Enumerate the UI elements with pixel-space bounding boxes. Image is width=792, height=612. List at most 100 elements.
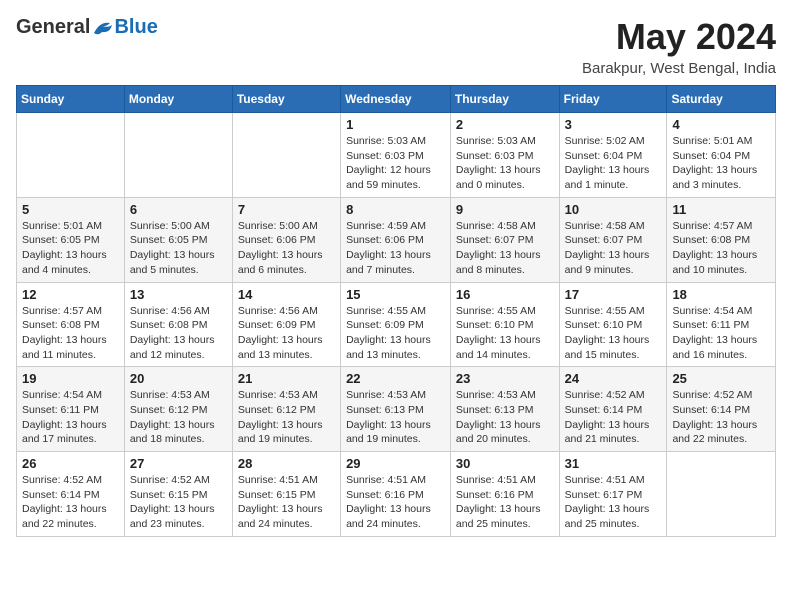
column-header-thursday: Thursday (450, 86, 559, 113)
column-header-wednesday: Wednesday (341, 86, 451, 113)
day-number: 24 (565, 371, 662, 386)
day-number: 18 (672, 287, 770, 302)
calendar-cell: 25 Sunrise: 4:52 AMSunset: 6:14 PMDayligh… (667, 367, 776, 452)
day-number: 22 (346, 371, 445, 386)
day-info: Sunrise: 4:53 AMSunset: 6:13 PMDaylight:… (456, 388, 554, 447)
day-info: Sunrise: 4:52 AMSunset: 6:14 PMDaylight:… (565, 388, 662, 447)
calendar-cell: 6 Sunrise: 5:00 AMSunset: 6:05 PMDaylight… (124, 197, 232, 282)
day-info: Sunrise: 4:56 AMSunset: 6:09 PMDaylight:… (238, 304, 335, 363)
day-info: Sunrise: 5:01 AMSunset: 6:04 PMDaylight:… (672, 134, 770, 193)
calendar-cell: 27 Sunrise: 4:52 AMSunset: 6:15 PMDayligh… (124, 452, 232, 537)
calendar-cell (667, 452, 776, 537)
day-number: 6 (130, 202, 227, 217)
calendar-cell: 7 Sunrise: 5:00 AMSunset: 6:06 PMDaylight… (232, 197, 340, 282)
calendar-week-row: 12Sunrise: 4:57 AMSunset: 6:08 PMDayligh… (17, 282, 776, 367)
column-header-friday: Friday (559, 86, 667, 113)
day-number: 28 (238, 456, 335, 471)
day-number: 13 (130, 287, 227, 302)
logo: General Blue (16, 16, 158, 39)
calendar-cell: 31 Sunrise: 4:51 AMSunset: 6:17 PMDayligh… (559, 452, 667, 537)
day-number: 27 (130, 456, 227, 471)
day-number: 11 (672, 202, 770, 217)
day-number: 8 (346, 202, 445, 217)
calendar-week-row: 19 Sunrise: 4:54 AMSunset: 6:11 PMDayligh… (17, 367, 776, 452)
calendar-cell: 10 Sunrise: 4:58 AMSunset: 6:07 PMDayligh… (559, 197, 667, 282)
day-info: Sunrise: 4:51 AMSunset: 6:16 PMDaylight:… (456, 473, 554, 532)
calendar-cell: 17 Sunrise: 4:55 AMSunset: 6:10 PMDayligh… (559, 282, 667, 367)
day-number: 5 (22, 202, 119, 217)
calendar-week-row: 26 Sunrise: 4:52 AMSunset: 6:14 PMDayligh… (17, 452, 776, 537)
calendar-cell: 13 Sunrise: 4:56 AMSunset: 6:08 PMDayligh… (124, 282, 232, 367)
calendar-cell (17, 113, 125, 198)
day-info: Sunrise: 4:52 AMSunset: 6:15 PMDaylight:… (130, 473, 227, 532)
calendar-cell: 2 Sunrise: 5:03 AMSunset: 6:03 PMDaylight… (450, 113, 559, 198)
day-info: Sunrise: 5:03 AMSunset: 6:03 PMDaylight:… (456, 134, 554, 193)
day-info: Sunrise: 5:02 AMSunset: 6:04 PMDaylight:… (565, 134, 662, 193)
calendar-cell: 24 Sunrise: 4:52 AMSunset: 6:14 PMDayligh… (559, 367, 667, 452)
logo-bird-icon (92, 19, 114, 37)
day-number: 10 (565, 202, 662, 217)
day-number: 17 (565, 287, 662, 302)
day-info: Sunrise: 4:51 AMSunset: 6:16 PMDaylight:… (346, 473, 445, 532)
day-info: Sunrise: 5:01 AMSunset: 6:05 PMDaylight:… (22, 219, 119, 278)
column-header-tuesday: Tuesday (232, 86, 340, 113)
day-info: Sunrise: 5:03 AMSunset: 6:03 PMDaylight:… (346, 134, 445, 193)
day-number: 31 (565, 456, 662, 471)
day-info: Sunrise: 4:54 AMSunset: 6:11 PMDaylight:… (22, 388, 119, 447)
calendar-cell: 21 Sunrise: 4:53 AMSunset: 6:12 PMDayligh… (232, 367, 340, 452)
day-info: Sunrise: 4:52 AMSunset: 6:14 PMDaylight:… (672, 388, 770, 447)
location-text: Barakpur, West Bengal, India (582, 60, 776, 77)
day-number: 15 (346, 287, 445, 302)
calendar-cell: 19 Sunrise: 4:54 AMSunset: 6:11 PMDayligh… (17, 367, 125, 452)
calendar-week-row: 5 Sunrise: 5:01 AMSunset: 6:05 PMDaylight… (17, 197, 776, 282)
day-number: 4 (672, 117, 770, 132)
calendar-cell: 8 Sunrise: 4:59 AMSunset: 6:06 PMDaylight… (341, 197, 451, 282)
logo-blue-text: Blue (114, 16, 157, 39)
day-info: Sunrise: 4:53 AMSunset: 6:12 PMDaylight:… (238, 388, 335, 447)
day-info: Sunrise: 5:00 AMSunset: 6:05 PMDaylight:… (130, 219, 227, 278)
month-year-title: May 2024 (582, 16, 776, 58)
calendar-cell (124, 113, 232, 198)
calendar-cell: 3Sunrise: 5:02 AMSunset: 6:04 PMDaylight… (559, 113, 667, 198)
day-info: Sunrise: 4:54 AMSunset: 6:11 PMDaylight:… (672, 304, 770, 363)
day-number: 21 (238, 371, 335, 386)
page-header: General Blue May 2024 Barakpur, West Ben… (16, 16, 776, 77)
day-info: Sunrise: 4:55 AMSunset: 6:10 PMDaylight:… (565, 304, 662, 363)
calendar-week-row: 1Sunrise: 5:03 AMSunset: 6:03 PMDaylight… (17, 113, 776, 198)
day-info: Sunrise: 4:58 AMSunset: 6:07 PMDaylight:… (565, 219, 662, 278)
calendar-cell: 14 Sunrise: 4:56 AMSunset: 6:09 PMDayligh… (232, 282, 340, 367)
calendar-cell: 29Sunrise: 4:51 AMSunset: 6:16 PMDayligh… (341, 452, 451, 537)
calendar-cell: 22 Sunrise: 4:53 AMSunset: 6:13 PMDayligh… (341, 367, 451, 452)
calendar-cell (232, 113, 340, 198)
day-info: Sunrise: 4:52 AMSunset: 6:14 PMDaylight:… (22, 473, 119, 532)
day-info: Sunrise: 4:51 AMSunset: 6:17 PMDaylight:… (565, 473, 662, 532)
day-info: Sunrise: 4:59 AMSunset: 6:06 PMDaylight:… (346, 219, 445, 278)
day-info: Sunrise: 4:53 AMSunset: 6:12 PMDaylight:… (130, 388, 227, 447)
calendar-cell: 26 Sunrise: 4:52 AMSunset: 6:14 PMDayligh… (17, 452, 125, 537)
day-info: Sunrise: 4:51 AMSunset: 6:15 PMDaylight:… (238, 473, 335, 532)
calendar-cell: 15 Sunrise: 4:55 AMSunset: 6:09 PMDayligh… (341, 282, 451, 367)
day-info: Sunrise: 4:53 AMSunset: 6:13 PMDaylight:… (346, 388, 445, 447)
day-info: Sunrise: 5:00 AMSunset: 6:06 PMDaylight:… (238, 219, 335, 278)
day-number: 14 (238, 287, 335, 302)
calendar-cell: 9Sunrise: 4:58 AMSunset: 6:07 PMDaylight… (450, 197, 559, 282)
calendar-cell: 30 Sunrise: 4:51 AMSunset: 6:16 PMDayligh… (450, 452, 559, 537)
day-number: 16 (456, 287, 554, 302)
day-info: Sunrise: 4:55 AMSunset: 6:09 PMDaylight:… (346, 304, 445, 363)
day-number: 2 (456, 117, 554, 132)
column-header-monday: Monday (124, 86, 232, 113)
day-number: 30 (456, 456, 554, 471)
column-header-sunday: Sunday (17, 86, 125, 113)
day-number: 12 (22, 287, 119, 302)
day-info: Sunrise: 4:56 AMSunset: 6:08 PMDaylight:… (130, 304, 227, 363)
day-number: 26 (22, 456, 119, 471)
calendar-cell: 1Sunrise: 5:03 AMSunset: 6:03 PMDaylight… (341, 113, 451, 198)
calendar-table: SundayMondayTuesdayWednesdayThursdayFrid… (16, 85, 776, 537)
day-number: 25 (672, 371, 770, 386)
calendar-cell: 18 Sunrise: 4:54 AMSunset: 6:11 PMDayligh… (667, 282, 776, 367)
day-number: 9 (456, 202, 554, 217)
day-number: 20 (130, 371, 227, 386)
day-number: 7 (238, 202, 335, 217)
day-number: 19 (22, 371, 119, 386)
calendar-cell: 23Sunrise: 4:53 AMSunset: 6:13 PMDayligh… (450, 367, 559, 452)
